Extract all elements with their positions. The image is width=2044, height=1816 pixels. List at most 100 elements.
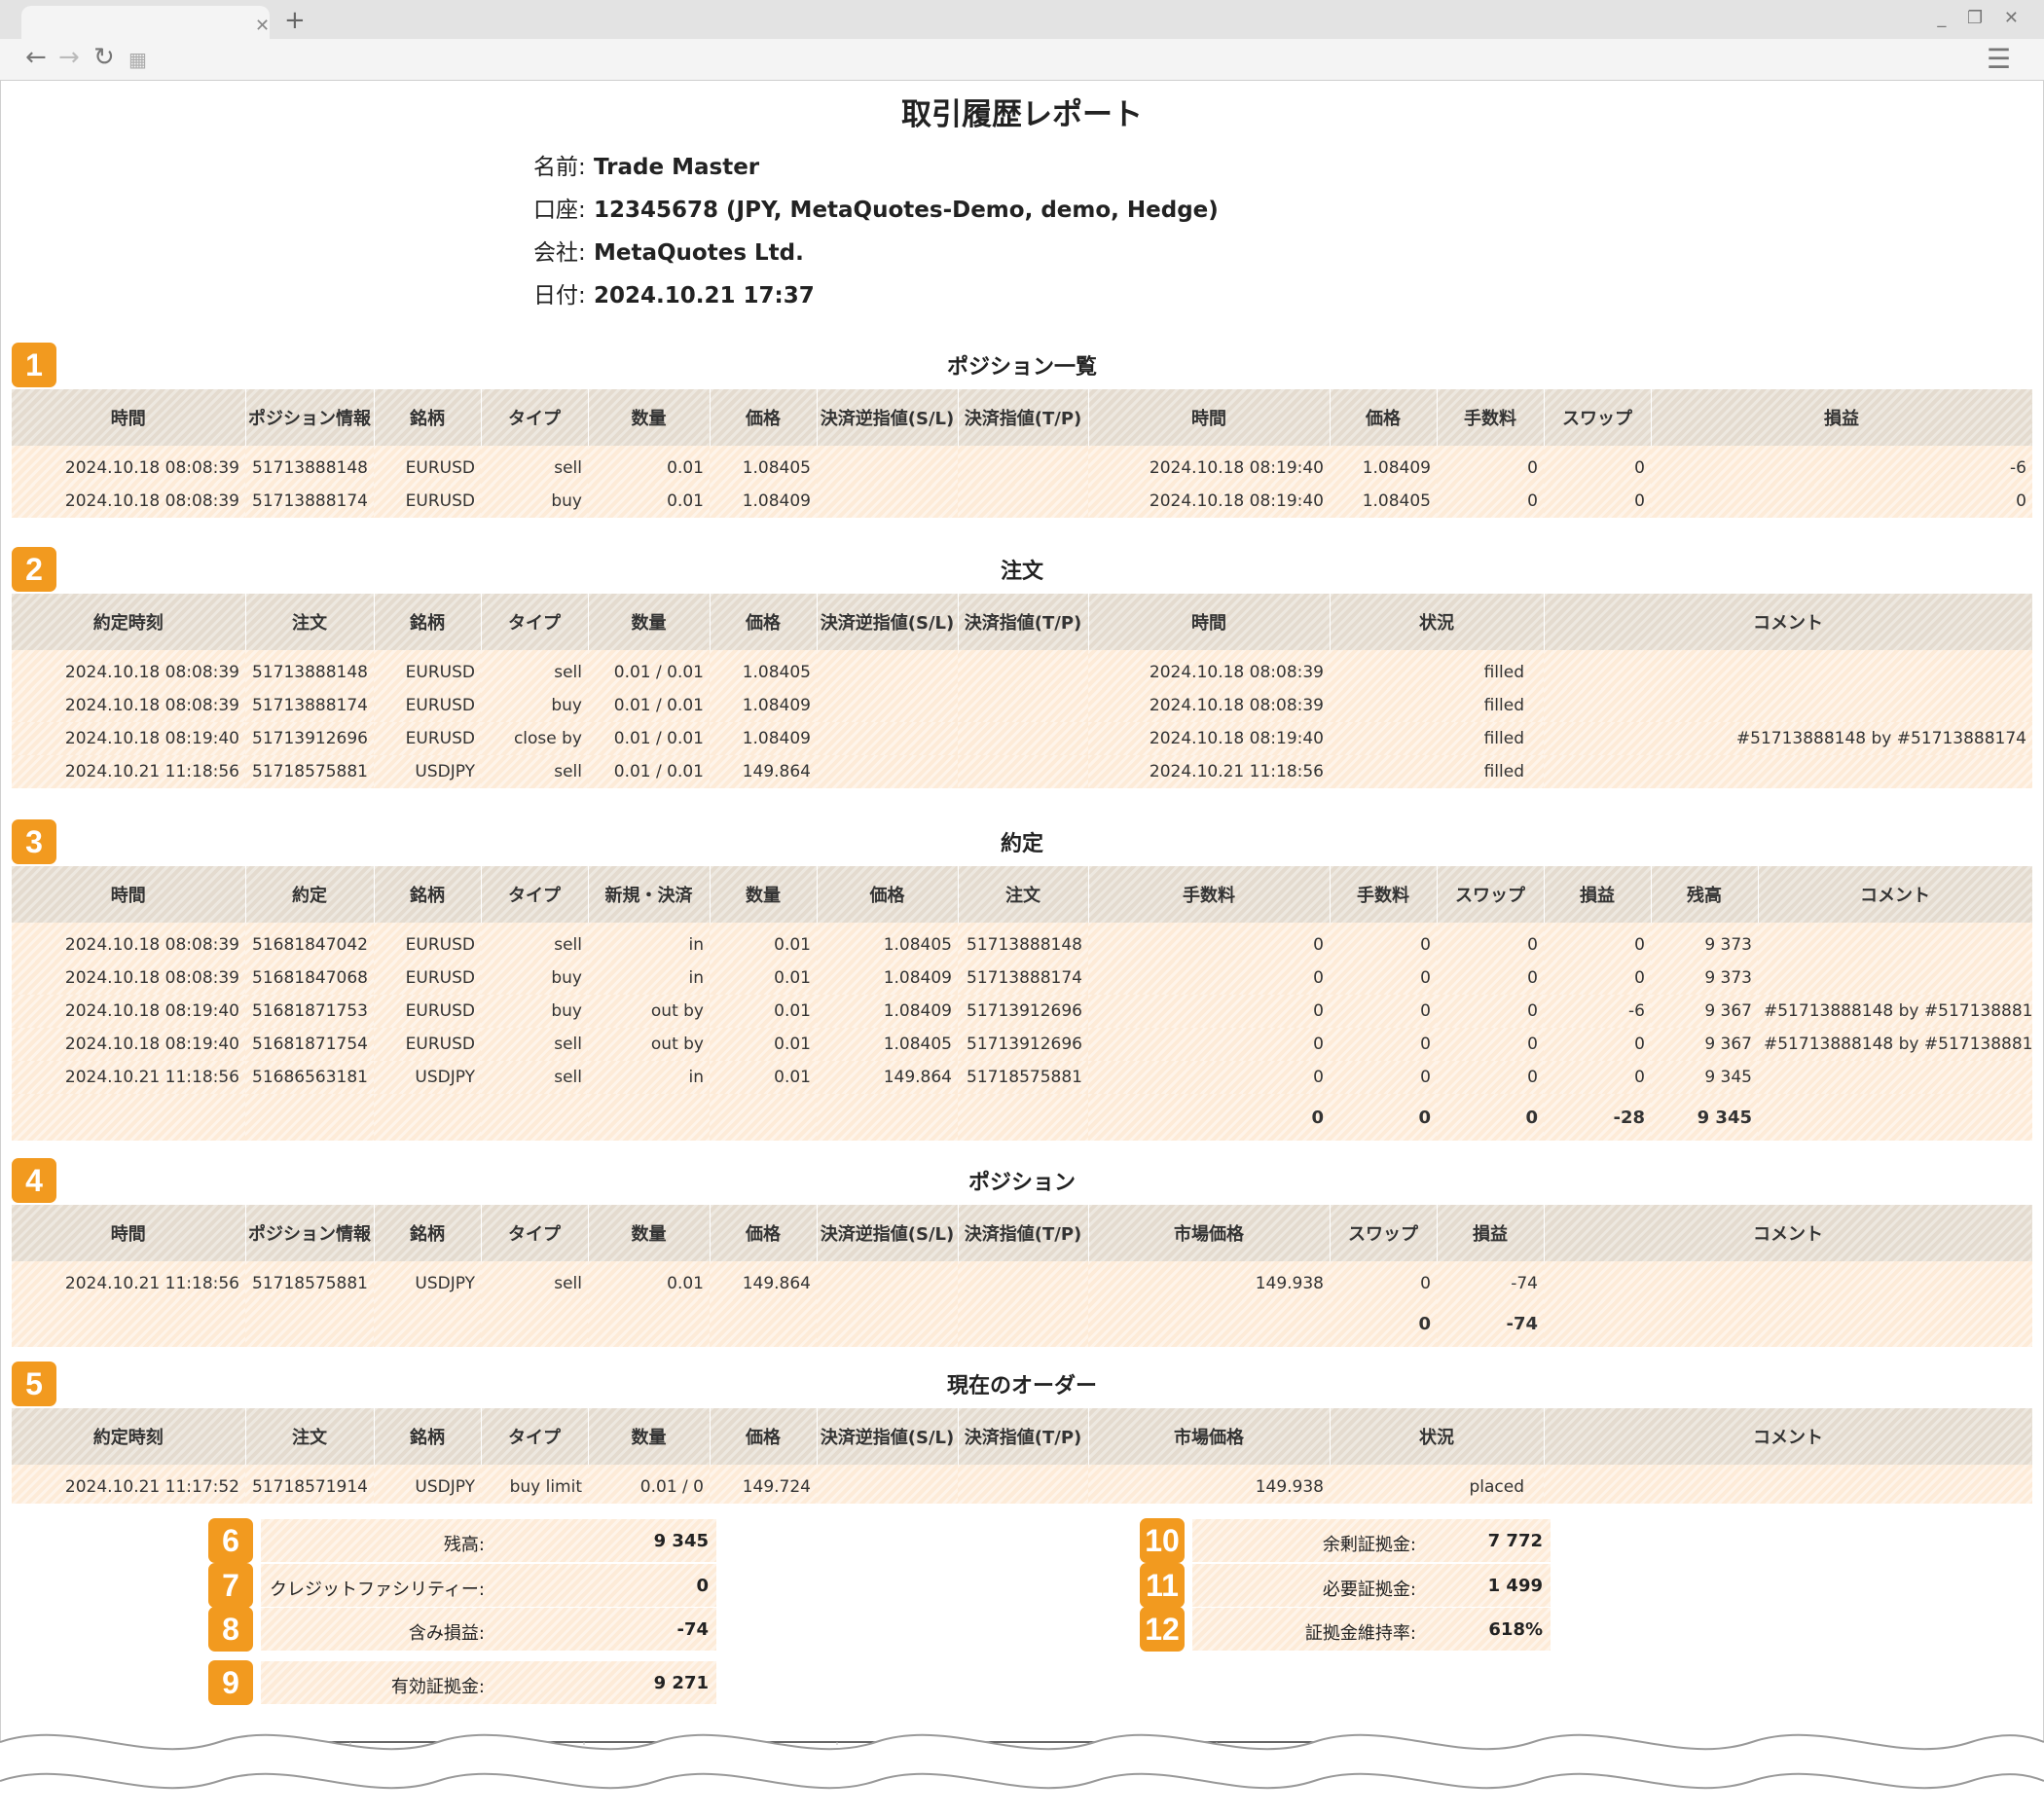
total-cell <box>1088 1300 1330 1347</box>
column-header: 銘柄 <box>374 1408 482 1465</box>
summary-value: 0 <box>696 1576 709 1596</box>
apps-icon[interactable]: ▦ <box>128 48 147 71</box>
table-cell: #51713888148 by #51713888174 <box>1758 1028 2032 1061</box>
column-header: 数量 <box>588 1205 711 1261</box>
table-cell: 0 <box>1330 995 1437 1028</box>
total-cell <box>817 1300 958 1347</box>
table-cell: 1.08409 <box>1330 446 1437 485</box>
table-cell: filled <box>1330 755 1544 788</box>
column-header: 決済逆指値(S/L) <box>817 594 959 650</box>
column-header: 銘柄 <box>374 594 482 650</box>
badge-9: 9 <box>208 1660 253 1705</box>
table-cell: 51718575881 <box>245 1261 374 1300</box>
torn-page-edge: 残高 <box>0 1733 2044 1816</box>
table-cell: 0 <box>1437 995 1544 1028</box>
table-cell: 51713912696 <box>958 1028 1088 1061</box>
badge-10: 10 <box>1140 1518 1185 1563</box>
table-cell: in <box>588 923 710 962</box>
column-header: タイプ <box>481 1205 589 1261</box>
column-header: 約定 <box>245 866 375 923</box>
column-header: コメント <box>1544 1205 2033 1261</box>
total-cell <box>588 1300 710 1347</box>
total-cell: -28 <box>1544 1094 1651 1141</box>
badge-12: 12 <box>1140 1607 1185 1652</box>
badge-1: 1 <box>12 343 56 387</box>
section-positions-closed: 1 ポジション一覧 時間 ポジション情報 銘柄 タイプ 数量 価格 決済逆指値(S/L) 決済… <box>12 341 2033 518</box>
column-header: 価格 <box>817 866 959 923</box>
positions-open-table: 時間 ポジション情報 銘柄 タイプ 数量 価格 決済逆指値(S/L) 決済指値(T/P) 市場価… <box>12 1205 2033 1347</box>
table-cell: #51713888148 by #51713888174 <box>1544 722 2032 755</box>
column-header: 決済指値(T/P) <box>958 1408 1089 1465</box>
table-cell: 0 <box>1088 923 1330 962</box>
column-header: タイプ <box>481 594 589 650</box>
table-cell: filled <box>1330 689 1544 722</box>
forward-icon[interactable]: → <box>58 43 80 72</box>
column-header: 価格 <box>710 1205 818 1261</box>
table-cell: 2024.10.18 08:19:40 <box>1088 446 1330 485</box>
table-cell: in <box>588 1061 710 1094</box>
menu-icon[interactable]: ☰ <box>1987 43 2011 75</box>
window-controls[interactable]: _ ❐ ✕ <box>1937 8 2026 28</box>
table-cell: 51718571914 <box>245 1465 374 1504</box>
table-cell: 51713888148 <box>958 923 1088 962</box>
table-cell <box>1758 962 2032 995</box>
summary-value: 618% <box>1488 1619 1543 1640</box>
summary-value: 7 772 <box>1487 1531 1543 1551</box>
column-header: 損益 <box>1651 389 2033 446</box>
column-header: 手数料 <box>1330 866 1438 923</box>
table-cell: EURUSD <box>374 722 481 755</box>
section-orders: 2 注文 約定時刻 注文 銘柄 タイプ 数量 価格 決済逆指値(S/L) 決済指値(T/P) 時… <box>12 545 2033 788</box>
column-header: 残高 <box>1651 866 1759 923</box>
orders-table: 約定時刻 注文 銘柄 タイプ 数量 価格 決済逆指値(S/L) 決済指値(T/P) 時間 状況 コメ… <box>12 594 2033 788</box>
table-cell: EURUSD <box>374 689 481 722</box>
column-header: 銘柄 <box>374 866 482 923</box>
table-cell: 9 373 <box>1651 962 1758 995</box>
total-cell: 0 <box>1330 1300 1437 1347</box>
table-cell: 51681871753 <box>245 995 374 1028</box>
column-header: タイプ <box>481 389 589 446</box>
column-header: 決済逆指値(S/L) <box>817 389 959 446</box>
table-cell: buy <box>481 995 588 1028</box>
column-header: 数量 <box>710 866 818 923</box>
table-cell: USDJPY <box>374 1465 481 1504</box>
table-cell: EURUSD <box>374 650 481 689</box>
column-header: 状況 <box>1330 594 1545 650</box>
summary-box: 有効証拠金: 9 271 <box>261 1661 716 1704</box>
column-header: スワップ <box>1544 389 1652 446</box>
table-cell: 1.08409 <box>817 962 958 995</box>
table-cell <box>817 689 958 722</box>
table-header: 約定時刻 注文 銘柄 タイプ 数量 価格 決済逆指値(S/L) 決済指値(T/P) 時間 状況 コメ… <box>12 594 2033 650</box>
table-cell: 0.01 <box>588 1261 710 1300</box>
back-icon[interactable]: ← <box>25 43 47 72</box>
summary-label: 余剰証拠金: <box>1322 1535 1416 1555</box>
table-cell: 0.01 / 0.01 <box>588 689 710 722</box>
table-cell: buy <box>481 485 588 518</box>
column-header: 約定時刻 <box>12 1408 246 1465</box>
info-account: 口座: 12345678 (JPY, MetaQuotes-Demo, demo,… <box>533 198 1219 223</box>
section-title: ポジション <box>967 1171 1076 1195</box>
column-header: ポジション情報 <box>245 1205 375 1261</box>
table-cell <box>958 755 1088 788</box>
column-header: 注文 <box>245 1408 375 1465</box>
total-cell <box>1758 1094 2032 1141</box>
column-header: 決済指値(T/P) <box>958 594 1089 650</box>
column-header: スワップ <box>1330 1205 1438 1261</box>
table-cell <box>1544 1465 2032 1504</box>
column-header: 状況 <box>1330 1408 1545 1465</box>
table-cell: 0.01 <box>710 995 817 1028</box>
table-cell: 9 367 <box>1651 995 1758 1028</box>
summary-box: 残高: 9 345 <box>261 1519 716 1562</box>
browser-tab[interactable]: ✕ <box>21 6 270 39</box>
reload-icon[interactable]: ↻ <box>93 43 115 72</box>
close-icon[interactable]: ✕ <box>255 16 270 36</box>
table-cell <box>1544 650 2032 689</box>
table-cell: 51681871754 <box>245 1028 374 1061</box>
table-cell: 0.01 <box>588 446 710 485</box>
new-tab-icon[interactable]: + <box>284 6 306 35</box>
total-cell <box>12 1300 245 1347</box>
table-cell: 0.01 <box>710 1061 817 1094</box>
table-cell: sell <box>481 755 588 788</box>
table-cell: EURUSD <box>374 446 481 485</box>
table-cell: placed <box>1330 1465 1544 1504</box>
column-header: 銘柄 <box>374 1205 482 1261</box>
